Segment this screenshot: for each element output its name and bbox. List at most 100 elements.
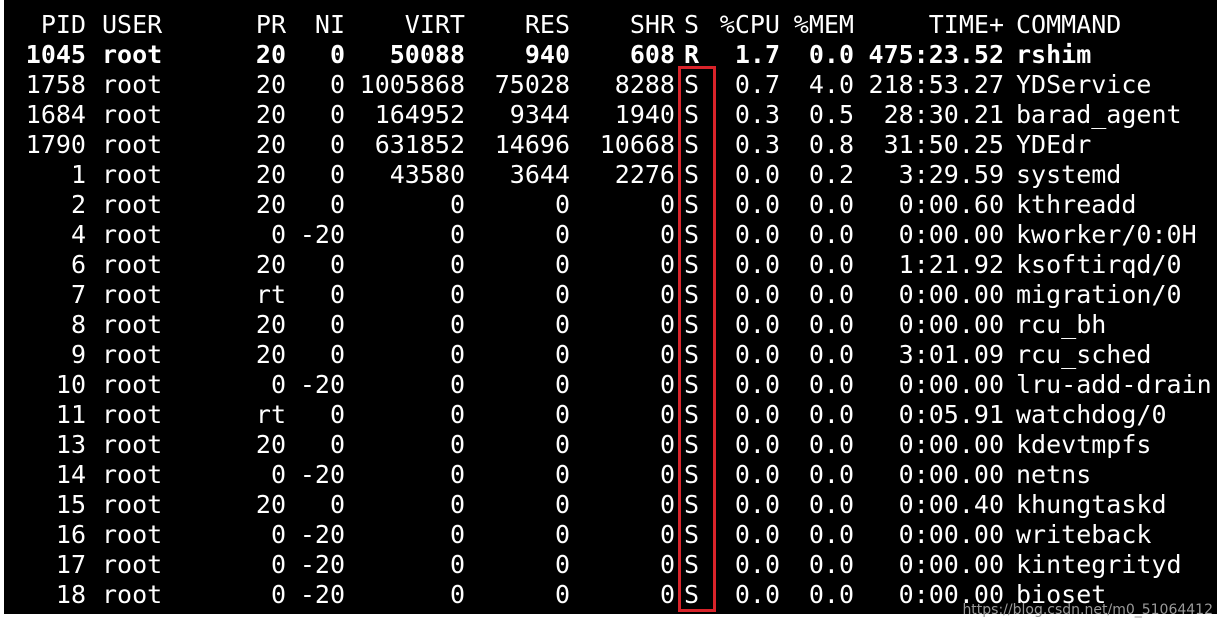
cpu-cell: 0.0 [734,280,780,309]
virt-cell: 0 [449,190,465,219]
virt-cell: 0 [449,550,465,579]
nice-cell: 0 [329,160,345,189]
nice-cell: -20 [299,550,345,579]
res-cell: 9344 [509,100,570,129]
virt-cell: 0 [449,580,465,609]
state-cell: R [684,40,700,69]
shr-cell: 8288 [614,70,675,99]
mem-cell: 0.0 [808,280,854,309]
cpu-cell: 0.0 [734,550,780,579]
state-cell: S [684,370,700,399]
process-row: 11 root rt 0 0 0 0 S 0.0 0.0 0:05.91 watchdog/0 [4,400,1217,430]
res-cell: 0 [554,220,570,249]
virt-cell: 0 [449,490,465,519]
nice-cell: 0 [329,400,345,429]
state-cell: S [684,190,700,219]
shr-cell: 0 [659,310,675,339]
shr-cell: 0 [659,370,675,399]
header-mem: %MEM [793,10,854,39]
command-cell: YDService [1016,70,1152,99]
mem-cell: 0.0 [808,400,854,429]
cpu-cell: 0.0 [734,370,780,399]
cpu-cell: 1.7 [734,40,780,69]
command-cell: lru-add-drain [1016,370,1212,399]
cpu-cell: 0.3 [734,130,780,159]
time-cell: 0:00.40 [898,490,1004,519]
state-cell: S [684,70,700,99]
virt-cell: 0 [449,310,465,339]
priority-cell: 20 [255,130,286,159]
user-cell: root [102,190,163,219]
priority-cell: 20 [255,490,286,519]
time-cell: 28:30.21 [883,100,1004,129]
command-cell: writeback [1016,520,1152,549]
priority-cell: 20 [255,190,286,219]
mem-cell: 0.0 [808,490,854,519]
header-command: COMMAND [1016,10,1122,39]
pid-cell: 2 [70,190,86,219]
virt-cell: 0 [449,280,465,309]
time-cell: 218:53.27 [868,70,1004,99]
virt-cell: 0 [449,370,465,399]
process-row: 13 root 20 0 0 0 0 S 0.0 0.0 0:00.00 kdevtmpfs [4,430,1217,460]
mem-cell: 0.0 [808,40,854,69]
pid-cell: 17 [55,550,86,579]
priority-cell: 0 [270,580,286,609]
shr-cell: 0 [659,430,675,459]
virt-cell: 1005868 [359,70,465,99]
header-row: PID USER PR NI VIRT RES SHR S %CPU %MEM … [4,10,1217,40]
mem-cell: 0.0 [808,250,854,279]
res-cell: 0 [554,340,570,369]
process-row: 8 root 20 0 0 0 0 S 0.0 0.0 0:00.00 rcu_bh [4,310,1217,340]
cpu-cell: 0.0 [734,400,780,429]
state-cell: S [684,550,700,579]
cpu-cell: 0.0 [734,490,780,519]
state-cell: S [684,310,700,339]
command-cell: YDEdr [1016,130,1092,159]
nice-cell: 0 [329,490,345,519]
priority-cell: 0 [270,520,286,549]
time-cell: 1:21.92 [898,250,1004,279]
time-cell: 0:00.00 [898,520,1004,549]
virt-cell: 0 [449,460,465,489]
state-cell: S [684,340,700,369]
state-cell: S [684,100,700,129]
res-cell: 0 [554,250,570,279]
pid-cell: 1045 [25,40,86,69]
process-row: 1045 root 20 0 50088 940 608 R 1.7 0.0 475:23.52 rs… [4,40,1217,70]
pid-cell: 10 [55,370,86,399]
res-cell: 75028 [494,70,570,99]
state-cell: S [684,430,700,459]
user-cell: root [102,220,163,249]
virt-cell: 0 [449,250,465,279]
res-cell: 0 [554,370,570,399]
process-row: 14 root 0 -20 0 0 0 S 0.0 0.0 0:00.00 netns [4,460,1217,490]
pid-cell: 6 [70,250,86,279]
pid-cell: 4 [70,220,86,249]
header-virt: VIRT [404,10,465,39]
virt-cell: 0 [449,430,465,459]
time-cell: 0:00.00 [898,310,1004,339]
shr-cell: 0 [659,220,675,249]
process-row: 6 root 20 0 0 0 0 S 0.0 0.0 1:21.92 ksoftirqd/0 [4,250,1217,280]
nice-cell: -20 [299,220,345,249]
process-row: 1 root 20 0 43580 3644 2276 S 0.0 0.2 3:29.59 syste… [4,160,1217,190]
cpu-cell: 0.3 [734,100,780,129]
cpu-cell: 0.0 [734,460,780,489]
nice-cell: -20 [299,460,345,489]
cpu-cell: 0.7 [734,70,780,99]
virt-cell: 164952 [374,100,465,129]
mem-cell: 0.2 [808,160,854,189]
nice-cell: 0 [329,190,345,219]
user-cell: root [102,460,163,489]
priority-cell: 20 [255,340,286,369]
process-row: 16 root 0 -20 0 0 0 S 0.0 0.0 0:00.00 writeback [4,520,1217,550]
process-row: 15 root 20 0 0 0 0 S 0.0 0.0 0:00.40 khungtaskd [4,490,1217,520]
time-cell: 0:00.00 [898,460,1004,489]
state-cell: S [684,580,700,609]
state-cell: S [684,400,700,429]
virt-cell: 43580 [389,160,465,189]
shr-cell: 0 [659,190,675,219]
user-cell: root [102,340,163,369]
mem-cell: 0.0 [808,340,854,369]
